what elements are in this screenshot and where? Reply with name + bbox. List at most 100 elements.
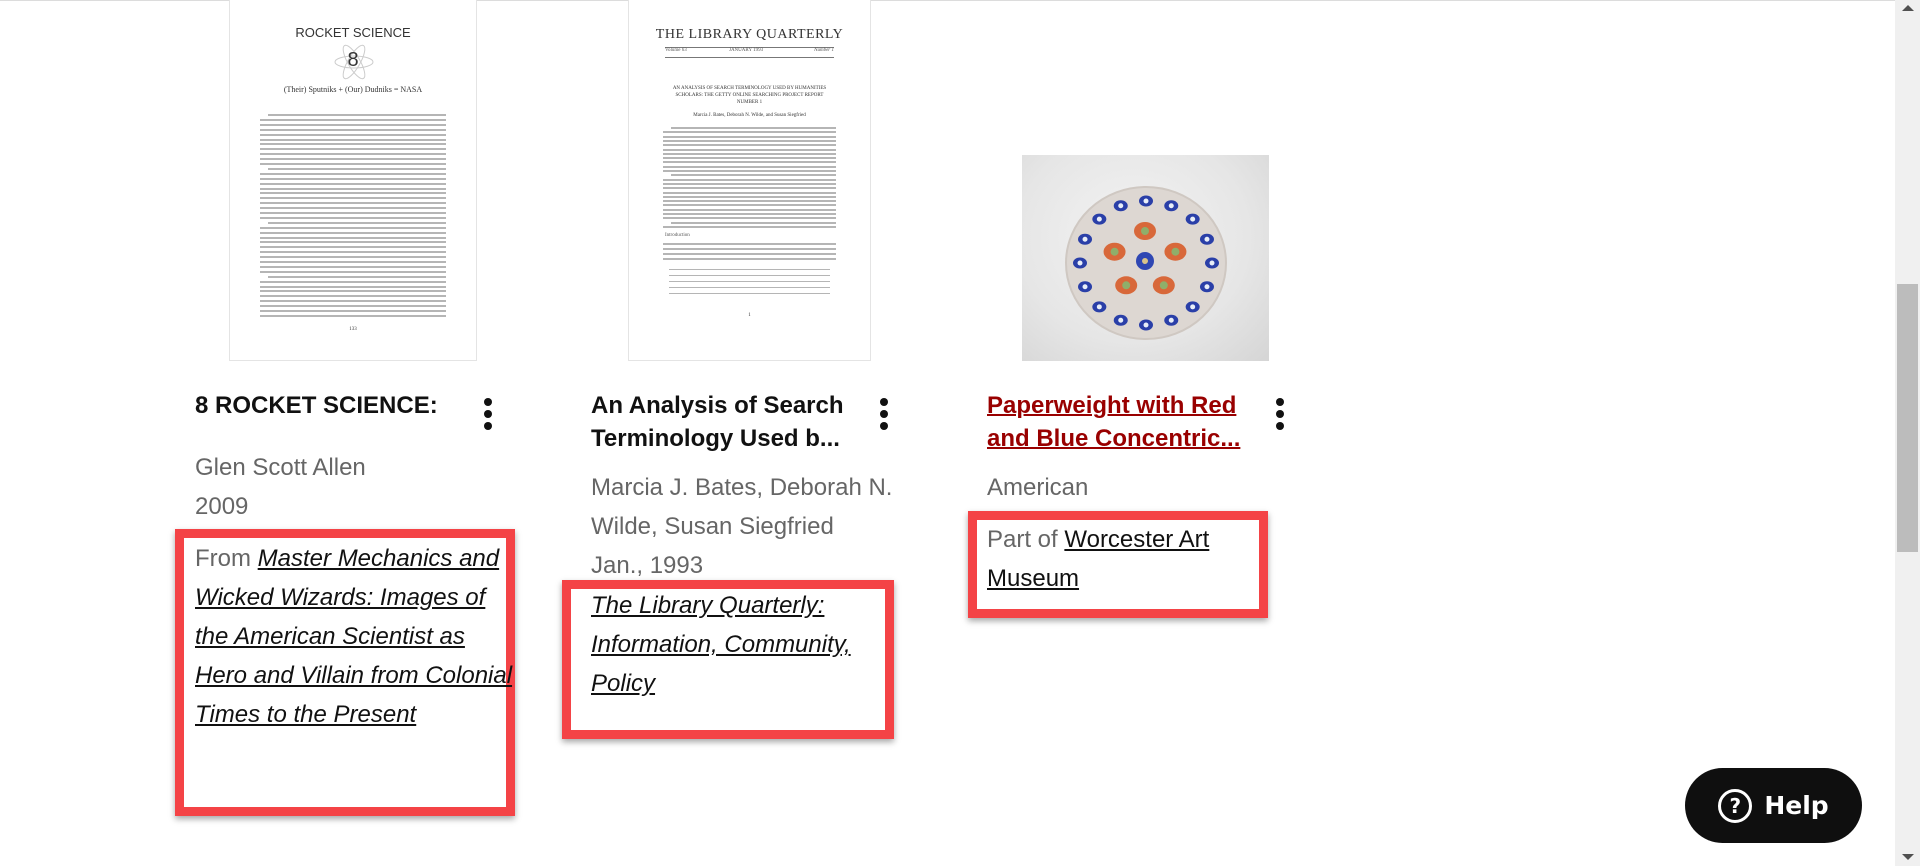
text-line	[663, 144, 836, 147]
text-line	[260, 295, 446, 298]
thumbnail-heading: THE LIBRARY QUARTERLY	[655, 27, 844, 42]
help-label: Help	[1764, 791, 1829, 820]
text-line	[260, 133, 446, 136]
text-line	[663, 170, 836, 172]
text-line	[260, 300, 446, 303]
result-title: 8 ROCKET SCIENCE:	[195, 392, 438, 419]
text-line	[260, 265, 446, 268]
result-thumbnail[interactable]: ROCKET SCIENCE 8 (Their) Sputniks + (Our…	[229, 0, 477, 361]
source-prefix: Part of	[987, 526, 1065, 553]
text-line	[663, 195, 836, 198]
text-line	[663, 139, 836, 142]
result-source: Part of Worcester Art Museum	[987, 520, 1257, 598]
text-line	[663, 157, 836, 160]
source-link[interactable]: The Library Quarterly: Information, Comm…	[591, 592, 851, 697]
help-button[interactable]: ? Help	[1685, 768, 1862, 843]
result-author-cont: Wilde, Susan Siegfried	[591, 513, 834, 540]
text-line	[663, 148, 836, 151]
text-line	[260, 314, 446, 317]
text-line	[260, 163, 446, 165]
more-vertical-icon	[880, 398, 888, 406]
thumbnail-authors: Marcia J. Bates, Deborah N. Wilde, and S…	[693, 113, 806, 118]
text-line	[663, 165, 836, 168]
result-culture: American	[987, 474, 1089, 501]
text-line	[260, 212, 446, 214]
text-line	[260, 261, 446, 263]
result-thumbnail[interactable]	[1022, 155, 1269, 361]
text-line	[663, 178, 836, 181]
more-options-button[interactable]	[478, 396, 498, 432]
text-line	[669, 275, 830, 276]
text-line	[260, 128, 446, 131]
thumbnail-page-number: 1	[748, 313, 751, 318]
text-line	[260, 177, 446, 180]
text-line	[663, 131, 836, 134]
text-line	[663, 253, 836, 255]
result-title: An Analysis of Search Terminology Used b…	[591, 392, 844, 452]
text-line	[260, 236, 446, 239]
text-line	[260, 153, 446, 156]
text-line	[260, 172, 446, 175]
text-line	[663, 187, 836, 190]
question-circle-icon: ?	[1718, 788, 1753, 823]
text-line	[260, 192, 446, 195]
more-options-button[interactable]	[874, 396, 894, 432]
text-line	[260, 246, 446, 249]
text-line	[260, 118, 446, 121]
thumbnail-issue-date: JANUARY 1993	[729, 48, 764, 53]
text-line	[663, 213, 836, 215]
vertical-scrollbar[interactable]	[1895, 0, 1920, 866]
text-line	[663, 243, 836, 245]
text-line	[260, 138, 446, 141]
more-options-button[interactable]	[1270, 396, 1290, 432]
result-meta: Glen Scott Allen 2009	[195, 448, 495, 526]
text-line	[663, 161, 836, 164]
text-line	[663, 208, 836, 211]
text-line	[671, 221, 836, 224]
result-meta: American	[987, 468, 1287, 507]
text-line	[260, 251, 446, 254]
text-line	[268, 221, 446, 224]
text-line	[260, 148, 446, 151]
text-line	[669, 287, 830, 288]
result-author: Glen Scott Allen	[195, 454, 366, 481]
result-meta: Marcia J. Bates, Deborah N. Wilde, Susan…	[591, 468, 921, 585]
result-date: 2009	[195, 493, 249, 520]
scroll-down-arrow-icon[interactable]	[1902, 854, 1914, 860]
text-line	[268, 114, 446, 116]
text-line	[260, 216, 446, 219]
text-line	[260, 123, 446, 126]
result-thumbnail[interactable]: THE LIBRARY QUARTERLY Volume 63 JANUARY …	[628, 0, 871, 361]
text-line	[663, 182, 836, 185]
text-line	[669, 293, 830, 294]
text-line	[663, 191, 836, 194]
source-prefix: From	[195, 545, 258, 572]
thumbnail-heading: ROCKET SCIENCE	[295, 25, 411, 40]
thumbnail-page-number: 133	[349, 327, 357, 332]
scrollbar-thumb[interactable]	[1897, 284, 1918, 552]
text-line	[669, 281, 830, 282]
result-title-link[interactable]: Paperweight with Red and Blue Concentric…	[987, 389, 1267, 455]
scroll-up-arrow-icon[interactable]	[1902, 5, 1914, 11]
text-line	[260, 270, 446, 273]
text-line	[663, 225, 836, 228]
result-source: The Library Quarterly: Information, Comm…	[591, 586, 891, 703]
text-line	[260, 226, 446, 229]
thumbnail-volume: Volume 63	[665, 48, 687, 53]
thumbnail-subheading: (Their) Sputniks + (Our) Dudniks = NASA	[283, 85, 423, 94]
text-line	[260, 187, 446, 190]
thumbnail-number: Number 1	[814, 48, 834, 53]
text-line	[260, 231, 446, 234]
text-line	[260, 143, 446, 146]
text-line	[260, 197, 446, 200]
text-line	[663, 248, 836, 250]
text-line	[260, 310, 446, 312]
source-link[interactable]: Master Mechanics and Wicked Wizards: Ima…	[195, 545, 512, 728]
result-author: Marcia J. Bates, Deborah N.	[591, 474, 893, 501]
text-line	[671, 174, 836, 177]
text-line	[268, 275, 446, 278]
text-line	[260, 207, 446, 210]
text-line	[663, 135, 836, 138]
text-line	[260, 280, 446, 283]
text-line	[663, 152, 836, 155]
